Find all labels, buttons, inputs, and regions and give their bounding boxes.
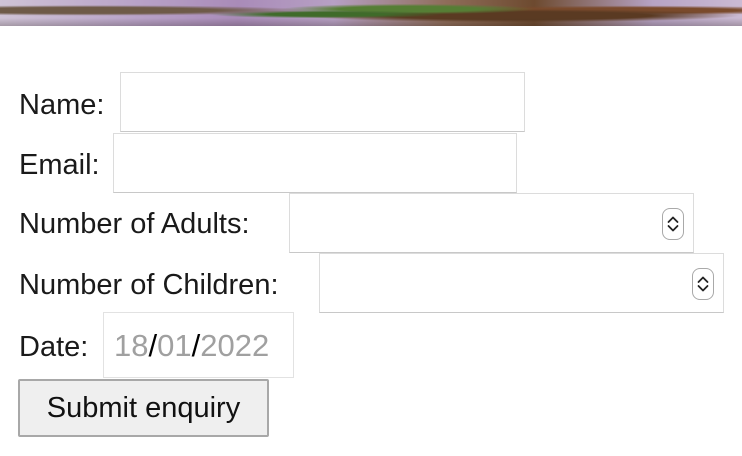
adults-label: Number of Adults:	[19, 208, 250, 240]
chevron-down-icon[interactable]	[667, 224, 679, 233]
children-number-input[interactable]	[319, 253, 724, 313]
submit-enquiry-button[interactable]: Submit enquiry	[18, 379, 269, 437]
children-spinner[interactable]	[692, 268, 714, 300]
header-banner-image	[0, 0, 742, 26]
name-label: Name:	[19, 89, 105, 121]
date-separator: /	[148, 328, 158, 363]
adults-spinner[interactable]	[662, 208, 684, 240]
adults-number-input[interactable]	[289, 193, 694, 253]
email-input[interactable]	[113, 133, 517, 193]
date-separator: /	[191, 328, 201, 363]
date-label: Date:	[19, 331, 89, 363]
children-label: Number of Children:	[19, 269, 279, 301]
email-label: Email:	[19, 149, 100, 181]
chevron-up-icon[interactable]	[697, 275, 709, 284]
chevron-up-icon[interactable]	[667, 215, 679, 224]
date-month[interactable]: 01	[157, 328, 191, 363]
date-input[interactable]: 18/01/2022	[103, 312, 294, 378]
name-input[interactable]	[120, 72, 525, 132]
date-year[interactable]: 2022	[200, 328, 269, 363]
chevron-down-icon[interactable]	[697, 284, 709, 293]
date-day[interactable]: 18	[114, 328, 148, 363]
